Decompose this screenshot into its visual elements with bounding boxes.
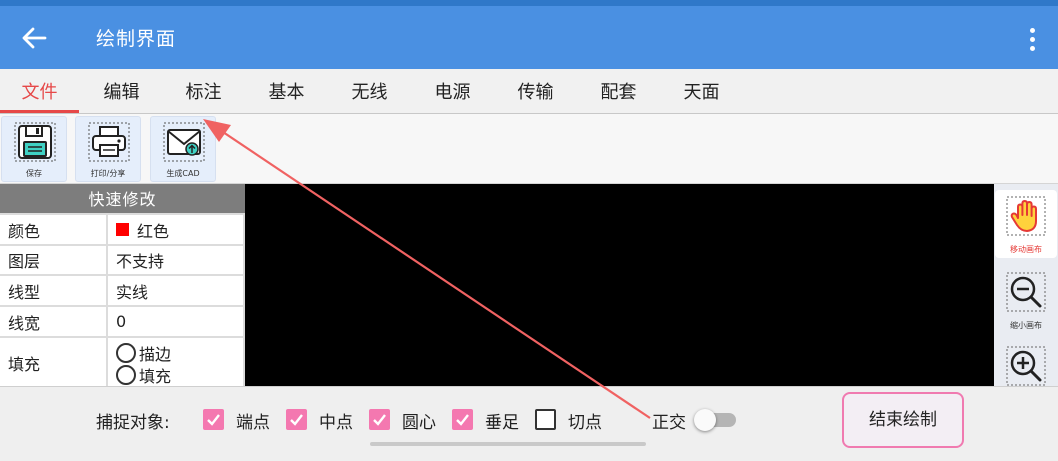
zoom-out-label: 缩小画布	[1010, 321, 1042, 330]
file-toolbar: 保存 打印/分享 生成CAD	[0, 114, 1058, 184]
property-key: 线型	[0, 276, 106, 305]
zoom-out-button[interactable]: 缩小画布	[995, 262, 1057, 334]
drawing-canvas[interactable]	[245, 184, 994, 386]
generate-cad-label: 生成CAD	[166, 169, 200, 178]
tab-basic[interactable]: 基本	[247, 69, 326, 114]
radio-button	[116, 343, 136, 363]
move-canvas-label: 移动画布	[1010, 245, 1042, 254]
radio-button	[116, 365, 136, 385]
snap-endpoint-label: 端点	[236, 413, 270, 433]
generate-cad-button[interactable]: 生成CAD	[150, 116, 216, 182]
scroll-indicator	[370, 442, 646, 446]
tab-auxiliary[interactable]: 配套	[579, 69, 658, 114]
layer-value[interactable]: 不支持	[108, 246, 243, 274]
property-key: 颜色	[0, 215, 106, 244]
page-title: 绘制界面	[96, 28, 177, 50]
snap-midpoint-label: 中点	[319, 413, 353, 433]
panel-title: 快速修改	[0, 184, 245, 213]
zoom-out-icon	[1006, 272, 1046, 312]
property-row-layer: 图层 不支持	[0, 246, 245, 274]
check-icon	[207, 414, 220, 426]
tab-transmission[interactable]: 传输	[496, 69, 575, 114]
tab-bar: 文件 编辑 标注 基本 无线 电源 传输 配套 天面	[0, 69, 1058, 114]
linetype-value[interactable]: 实线	[108, 276, 243, 305]
property-row-fill: 填充 描边 填充	[0, 338, 245, 386]
tab-wireless[interactable]: 无线	[330, 69, 409, 114]
snap-perpendicular-label: 垂足	[485, 413, 519, 433]
end-drawing-button[interactable]: 结束绘制	[842, 392, 964, 448]
color-value[interactable]: 红色	[108, 215, 243, 244]
snap-perpendicular-checkbox[interactable]	[452, 409, 473, 430]
active-tab-indicator	[0, 110, 79, 113]
snap-midpoint-checkbox[interactable]	[286, 409, 307, 430]
linewidth-value[interactable]: 0	[108, 307, 243, 336]
fill-option-fill[interactable]: 填充	[116, 364, 171, 386]
property-row-linetype: 线型 实线	[0, 276, 245, 305]
ortho-toggle[interactable]	[694, 409, 738, 431]
save-label: 保存	[26, 169, 42, 178]
ortho-label: 正交	[652, 413, 686, 433]
snap-endpoint-checkbox[interactable]	[203, 409, 224, 430]
save-button[interactable]: 保存	[1, 116, 67, 182]
tab-file[interactable]: 文件	[0, 69, 79, 114]
tab-rooftop[interactable]: 天面	[662, 69, 741, 114]
snap-bar: 捕捉对象: 端点 中点 圆心 垂足 切点 正交 结束绘制	[0, 386, 1058, 461]
arrow-left-icon	[22, 27, 47, 49]
move-canvas-button[interactable]: 移动画布	[995, 190, 1057, 258]
zoom-in-button[interactable]	[995, 340, 1057, 386]
print-share-label: 打印/分享	[90, 169, 126, 178]
snap-center-label: 圆心	[402, 413, 436, 433]
property-key: 图层	[0, 246, 106, 274]
property-key: 填充	[0, 338, 106, 386]
app-bar: 绘制界面	[0, 6, 1058, 69]
snap-label: 捕捉对象:	[96, 413, 170, 433]
color-swatch	[116, 223, 129, 236]
print-share-button[interactable]: 打印/分享	[75, 116, 141, 182]
fill-option-stroke[interactable]: 描边	[116, 342, 171, 364]
canvas-tools-sidebar: 移动画布 缩小画布	[994, 184, 1058, 386]
radio-label: 描边	[139, 345, 172, 364]
drawing-screen: 绘制界面 文件 编辑 标注 基本 无线 电源 传输 配套 天面 保存 打印/分享…	[0, 0, 1058, 461]
radio-label: 填充	[139, 367, 172, 386]
toggle-thumb	[694, 409, 716, 431]
zoom-in-icon	[1006, 346, 1046, 386]
printer-icon	[88, 122, 130, 162]
hand-icon	[1006, 196, 1046, 236]
more-options-button[interactable]	[1020, 22, 1044, 56]
fill-options: 描边 填充	[108, 338, 243, 386]
check-icon	[456, 414, 469, 426]
check-icon	[290, 414, 303, 426]
snap-tangent-label: 切点	[568, 413, 602, 433]
property-row-linewidth: 线宽 0	[0, 307, 245, 336]
quick-modify-panel: 快速修改 颜色 红色 图层 不支持 线型 实线 线宽 0 填充 描边 填充	[0, 184, 245, 386]
property-row-color: 颜色 红色	[0, 215, 245, 244]
snap-center-checkbox[interactable]	[369, 409, 390, 430]
tab-annotate[interactable]: 标注	[164, 69, 243, 114]
back-button[interactable]	[14, 20, 54, 56]
floppy-disk-icon	[14, 122, 56, 162]
envelope-upload-icon	[163, 122, 205, 162]
property-key: 线宽	[0, 307, 106, 336]
tab-power[interactable]: 电源	[413, 69, 492, 114]
color-value-text: 红色	[137, 221, 170, 241]
check-icon	[373, 414, 386, 426]
snap-tangent-checkbox[interactable]	[535, 409, 556, 430]
tab-edit[interactable]: 编辑	[82, 69, 161, 114]
more-vert-icon	[1029, 27, 1035, 33]
